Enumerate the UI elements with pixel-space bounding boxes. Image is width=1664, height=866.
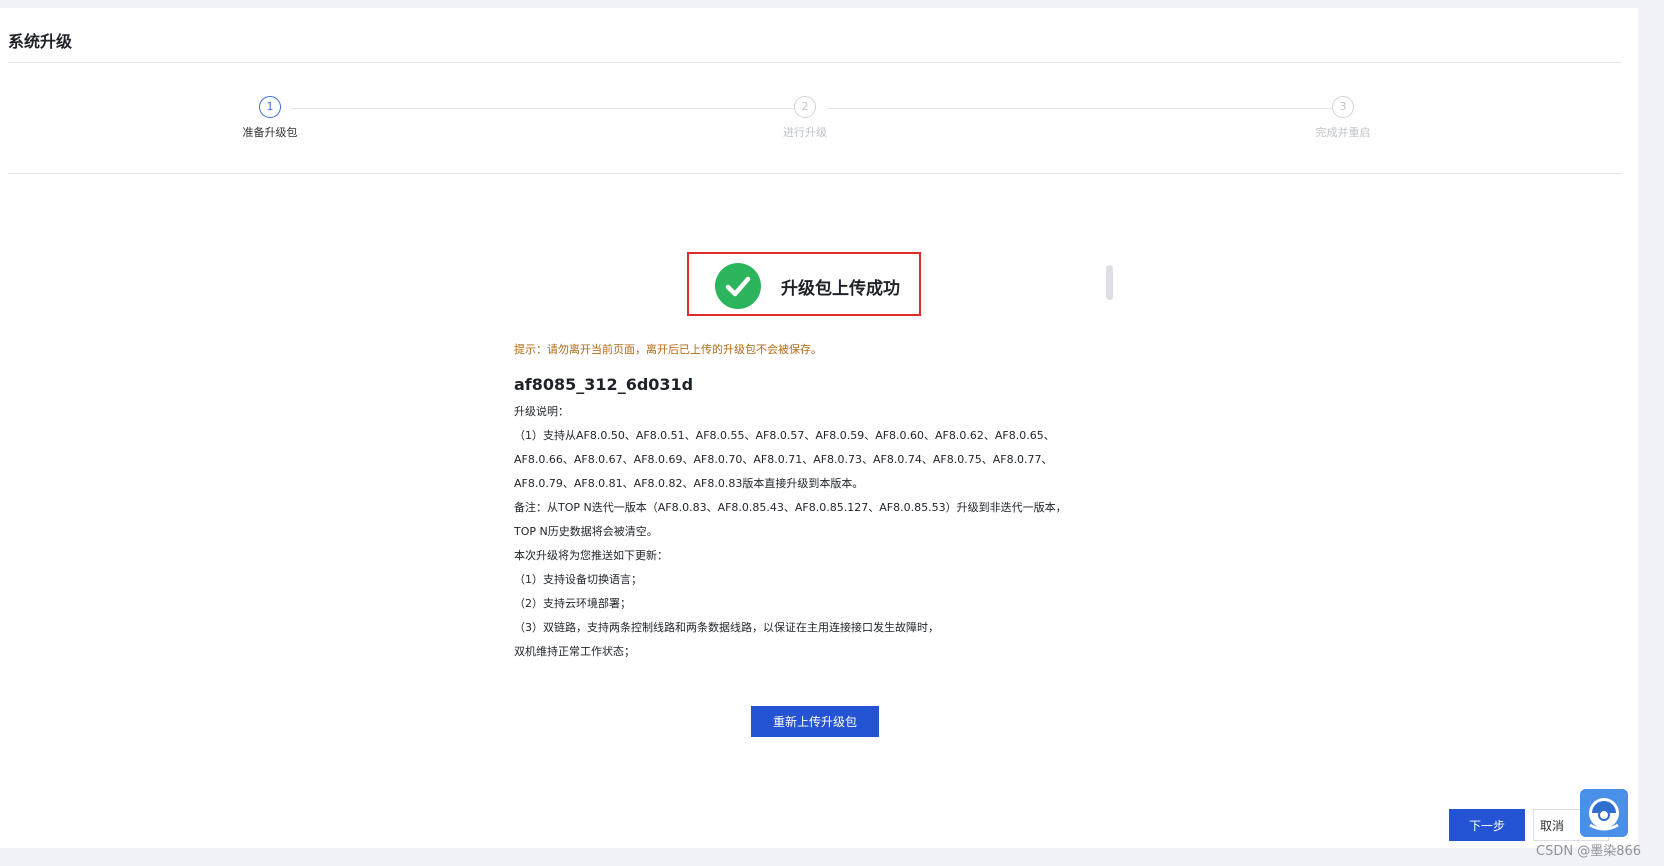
reupload-package-button[interactable]: 重新上传升级包 <box>751 706 879 737</box>
check-circle-icon <box>715 263 761 309</box>
step-label: 完成并重启 <box>1315 126 1371 139</box>
step-label: 进行升级 <box>783 126 827 139</box>
upgrade-stepper: 1 准备升级包 2 进行升级 3 完成并重启 <box>0 96 1638 146</box>
step-number: 2 <box>794 96 816 118</box>
release-note-line: AF8.0.79、AF8.0.81、AF8.0.82、AF8.0.83版本直接升… <box>514 477 864 490</box>
release-note-line: （3）双链路，支持两条控制线路和两条数据线路，以保证在主用连接接口发生故障时， <box>514 621 939 634</box>
upload-success-banner: 升级包上传成功 <box>687 252 921 316</box>
release-note-line: TOP N历史数据将会被清空。 <box>514 525 658 538</box>
page-title: 系统升级 <box>8 32 73 51</box>
step-number: 3 <box>1332 96 1354 118</box>
release-note-line: 备注：从TOP N迭代一版本（AF8.0.83、AF8.0.85.43、AF8.… <box>514 501 1067 514</box>
step-label: 准备升级包 <box>242 126 298 139</box>
release-note-line: （1）支持从AF8.0.50、AF8.0.51、AF8.0.55、AF8.0.5… <box>514 429 1055 442</box>
header-divider <box>8 62 1622 63</box>
release-note-line: 升级说明： <box>514 405 569 418</box>
release-note-line: （2）支持云环境部署； <box>514 597 631 610</box>
step-connector <box>827 108 1337 109</box>
release-notes: 升级说明： （1）支持从AF8.0.50、AF8.0.51、AF8.0.55、A… <box>514 400 1114 664</box>
step-number: 1 <box>259 96 281 118</box>
package-name: af8085_312_6d031d <box>514 375 694 394</box>
release-note-line: AF8.0.66、AF8.0.67、AF8.0.69、AF8.0.70、AF8.… <box>514 453 1053 466</box>
release-note-line: 双机维持正常工作状态； <box>514 645 635 658</box>
step-prepare-package: 1 准备升级包 <box>200 96 340 140</box>
package-details: 提示：请勿离开当前页面，离开后已上传的升级包不会被保存。 af8085_312_… <box>514 342 1114 664</box>
csdn-watermark: CSDN @墨染866 <box>1536 844 1642 859</box>
stepper-divider <box>8 173 1622 174</box>
upload-success-message: 升级包上传成功 <box>781 279 900 299</box>
release-note-line: 本次升级将为您推送如下更新： <box>514 549 668 562</box>
assistant-avatar-icon[interactable] <box>1580 789 1628 837</box>
leave-page-warning: 提示：请勿离开当前页面，离开后已上传的升级包不会被保存。 <box>514 343 822 356</box>
next-step-button[interactable]: 下一步 <box>1449 809 1525 841</box>
step-perform-upgrade: 2 进行升级 <box>735 96 875 140</box>
release-note-line: （1）支持设备切换语言； <box>514 573 642 586</box>
step-connector <box>290 108 795 109</box>
content-scrollbar[interactable] <box>1106 265 1113 300</box>
step-finish-restart: 3 完成并重启 <box>1273 96 1413 140</box>
